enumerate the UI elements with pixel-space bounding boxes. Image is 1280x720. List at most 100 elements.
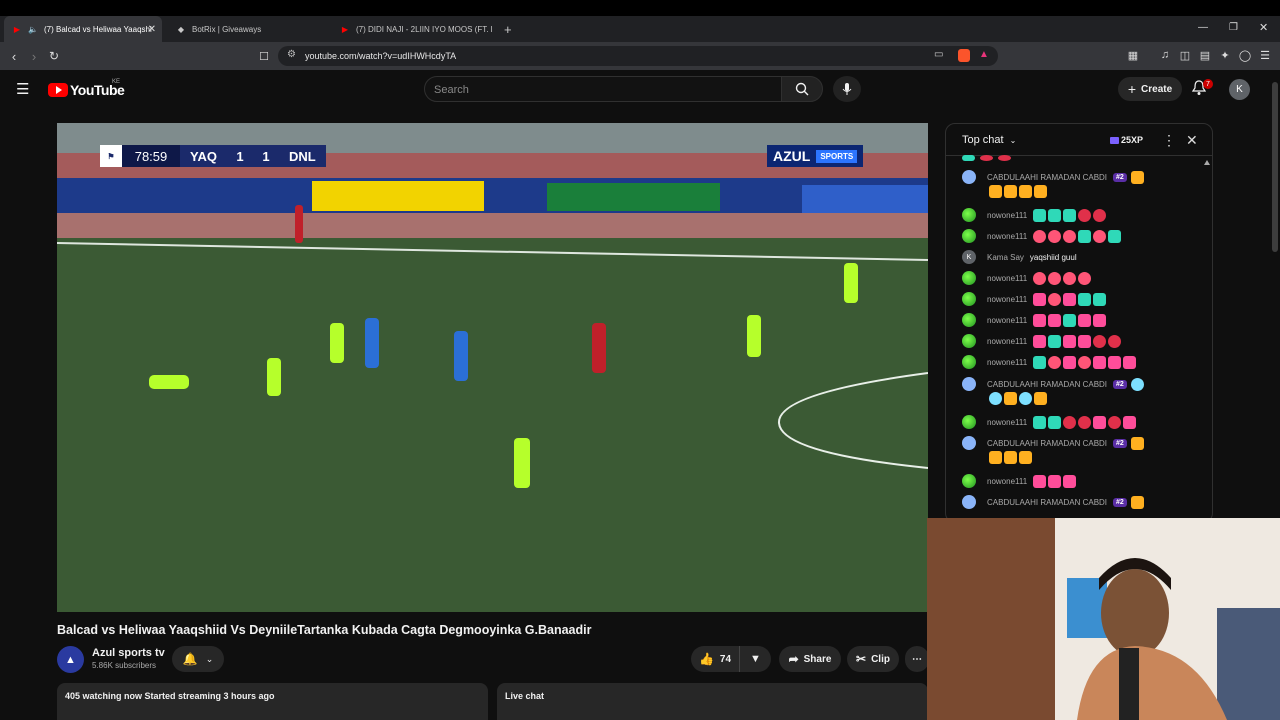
emote-icon <box>980 155 993 161</box>
chat-emotes <box>989 185 1049 198</box>
sidebar-icon[interactable]: ◫ <box>1178 48 1192 62</box>
description-box[interactable]: 405 watching now Started streaming 3 hou… <box>57 683 488 720</box>
forward-icon[interactable]: › <box>26 48 42 64</box>
chat-message: CABDULAAHI RAMADAN CABDI #2 <box>962 434 1146 452</box>
search-input[interactable]: Search <box>424 76 782 102</box>
chat-author[interactable]: nowone111 <box>987 211 1027 220</box>
music-icon[interactable]: ♫ <box>1158 48 1172 62</box>
close-tab-icon[interactable]: ✕ <box>148 24 156 35</box>
chat-author[interactable]: nowone111 <box>987 358 1027 367</box>
rank-badge: #2 <box>1113 379 1127 389</box>
account-avatar[interactable]: K <box>1229 79 1250 100</box>
chat-author[interactable]: nowone111 <box>987 274 1027 283</box>
browser-tab-active[interactable]: ▶ 🔈 (7) Balcad vs Heliwaa Yaaqshi ✕ <box>4 16 162 42</box>
browser-tab[interactable]: ◆ BotRix | Giveaways <box>168 16 328 42</box>
browser-tab[interactable]: ▶ (7) DIDI NAJI - 2LIIN IYO MOOS (FT. L <box>332 16 492 42</box>
emote-icon <box>1033 313 1047 327</box>
avatar: K <box>962 250 976 264</box>
hamburger-menu-icon[interactable]: ☰ <box>16 80 29 98</box>
dislike-button[interactable]: ▼ <box>739 646 771 672</box>
emote-icon <box>989 392 1002 405</box>
live-chat-bar[interactable]: Live chat <box>497 683 928 720</box>
minimize-icon[interactable]: — <box>1198 22 1208 33</box>
xp-badge[interactable]: 25XP <box>1110 133 1143 147</box>
chat-author[interactable]: nowone111 <box>987 316 1027 325</box>
site-info-icon[interactable]: ⚙ <box>287 49 296 60</box>
channel-name[interactable]: Azul sports tv <box>92 647 165 659</box>
subscription-notifications-button[interactable]: 🔔 ⌄ <box>172 646 224 672</box>
thumbs-up-icon: 👍 <box>698 652 714 666</box>
chat-author[interactable]: CABDULAAHI RAMADAN CABDI <box>987 498 1107 507</box>
video-player[interactable]: ⚑ 78:59 YAQ 1 1 DNL AZUL SPORTS <box>57 123 928 612</box>
emote-icon <box>1048 271 1062 285</box>
vpn-icon[interactable]: ◯ <box>1238 48 1252 62</box>
emote-icon <box>1078 271 1092 285</box>
page-scrollbar[interactable] <box>1272 82 1278 252</box>
chat-author[interactable]: nowone111 <box>987 295 1027 304</box>
emote-icon <box>1078 229 1092 243</box>
avatar <box>962 474 976 488</box>
emote-icon <box>1130 170 1144 184</box>
new-tab-button[interactable]: + <box>496 16 516 42</box>
emote-icon <box>1078 292 1092 306</box>
scissors-icon: ✂ <box>856 652 867 666</box>
chat-message: nowone111 <box>962 413 1138 431</box>
more-actions-button[interactable]: ⋯ <box>905 646 929 672</box>
voice-search-button[interactable] <box>833 76 861 102</box>
top-chat-dropdown[interactable]: Top chat ⌄ <box>962 134 1016 146</box>
avatar <box>962 170 976 184</box>
youtube-favicon-icon: ▶ <box>13 24 21 34</box>
create-button[interactable]: + Create <box>1118 77 1182 101</box>
league-logo-icon: ⚑ <box>100 145 122 167</box>
scoreboard: ⚑ 78:59 YAQ 1 1 DNL <box>100 145 326 167</box>
chat-author[interactable]: CABDULAAHI RAMADAN CABDI <box>987 439 1107 448</box>
address-bar[interactable]: ⚙ youtube.com/watch?v=udIHWHcdyTA ▭ ▲ <box>278 46 998 66</box>
chat-author[interactable]: CABDULAAHI RAMADAN CABDI <box>987 173 1107 182</box>
emote-icon <box>1108 334 1122 348</box>
avatar <box>962 355 976 369</box>
avatar <box>962 208 976 222</box>
restore-icon[interactable]: ❐ <box>1229 22 1238 33</box>
chat-message: CABDULAAHI RAMADAN CABDI #2 <box>962 493 1146 511</box>
chat-scroll-up-icon[interactable] <box>1204 160 1210 165</box>
cast-icon[interactable]: ▭ <box>934 49 943 60</box>
like-count: 74 <box>719 653 732 665</box>
plus-icon: + <box>1127 81 1137 97</box>
emote-icon <box>1063 355 1077 369</box>
brave-shield-icon[interactable] <box>958 49 970 62</box>
avatar <box>962 377 976 391</box>
close-window-icon[interactable]: ✕ <box>1259 21 1268 34</box>
chat-author[interactable]: nowone111 <box>987 337 1027 346</box>
webcam-overlay <box>927 518 1280 720</box>
chat-author[interactable]: nowone111 <box>987 232 1027 241</box>
back-icon[interactable]: ‹ <box>6 48 22 64</box>
chat-author[interactable]: Kama Say <box>987 253 1024 262</box>
emote-icon <box>1033 208 1047 222</box>
avatar <box>962 313 976 327</box>
chat-emotes <box>989 451 1034 464</box>
channel-avatar[interactable]: ▲ <box>57 646 84 673</box>
reload-icon[interactable]: ↻ <box>46 48 62 64</box>
rank-badge: #2 <box>1113 438 1127 448</box>
wallet-icon[interactable]: ▤ <box>1198 48 1212 62</box>
share-button[interactable]: ➦ Share <box>779 646 841 672</box>
browser-toolbar: ‹ › ↻ ☐ ⚙ youtube.com/watch?v=udIHWHcdyT… <box>0 42 1280 70</box>
chat-author[interactable]: nowone111 <box>987 418 1027 427</box>
leo-icon[interactable]: ✦ <box>1218 48 1232 62</box>
chat-message: nowone111 <box>962 269 1093 287</box>
rewards-icon[interactable]: ▲ <box>979 49 989 60</box>
os-top-strip <box>0 0 1280 16</box>
like-button[interactable]: 👍 74 <box>691 646 739 672</box>
chat-menu-icon[interactable]: ⋮ <box>1162 132 1176 149</box>
clip-button[interactable]: ✂ Clip <box>847 646 899 672</box>
youtube-favicon-icon: ▶ <box>341 24 349 34</box>
chat-author[interactable]: CABDULAAHI RAMADAN CABDI <box>987 380 1107 389</box>
chat-message: nowone111 <box>962 227 1123 245</box>
chat-author[interactable]: nowone111 <box>987 477 1027 486</box>
search-button[interactable] <box>781 76 823 102</box>
bookmark-icon[interactable]: ☐ <box>256 48 272 64</box>
chat-emotes <box>989 392 1049 405</box>
reader-icon[interactable]: ▦ <box>1126 48 1140 62</box>
menu-icon[interactable]: ☰ <box>1258 48 1272 62</box>
close-chat-icon[interactable]: ✕ <box>1186 132 1198 149</box>
